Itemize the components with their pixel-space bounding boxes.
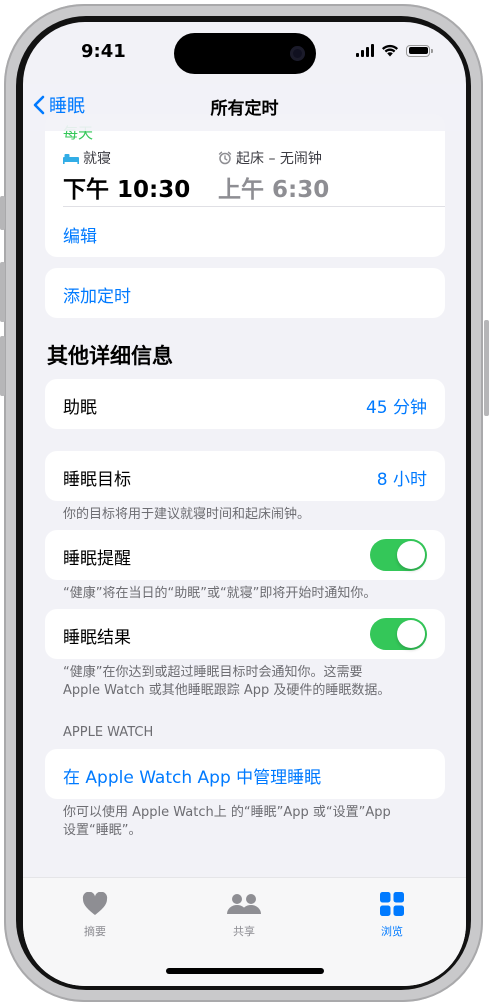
sleep-goal-value[interactable]: 8 小时 (377, 465, 427, 490)
heart-icon (82, 891, 108, 915)
sleep-reminders-footer: “健康”将在当日的“助眠”或“就寝”即将开始时通知你。 (63, 586, 377, 601)
screen: 9:41 睡眠 所有定时 每天 就寝 下午 10:30 起床 – 无闹钟 上午 … (23, 22, 466, 986)
tab-browse-label: 浏览 (381, 925, 403, 938)
people-icon (227, 894, 261, 914)
status-time: 9:41 (81, 41, 126, 62)
wake-block: 起床 – 无闹钟 上午 6:30 (218, 148, 329, 204)
home-indicator[interactable] (166, 968, 324, 974)
action-button (0, 196, 5, 230)
tab-summary[interactable]: 摘要 (55, 891, 135, 939)
dynamic-island (174, 33, 316, 74)
sleep-goal-footer: 你的目标将用于建议就寝时间和起床闹钟。 (63, 507, 311, 522)
grid-icon (380, 892, 404, 916)
battery-icon (406, 44, 433, 57)
cellular-signal-icon (356, 44, 374, 57)
sleep-reminders-row: 睡眠提醒 (45, 530, 445, 580)
schedule-card[interactable]: 每天 就寝 下午 10:30 起床 – 无闹钟 上午 6:30 编辑 (45, 114, 445, 257)
add-schedule-card[interactable]: 添加定时 (45, 268, 445, 318)
camera-icon (290, 46, 305, 61)
wind-down-label: 助眠 (63, 398, 97, 418)
tab-sharing[interactable]: 共享 (204, 892, 284, 939)
sleep-results-footer-line2: Apple Watch 或其他睡眠跟踪 App 及硬件的睡眠数据。 (63, 683, 391, 698)
sleep-results-row: 睡眠结果 (45, 609, 445, 659)
tab-summary-label: 摘要 (84, 925, 106, 938)
bedtime-block: 就寝 下午 10:30 (63, 148, 190, 204)
tab-browse[interactable]: 浏览 (352, 892, 432, 939)
wake-label: 起床 – 无闹钟 (236, 151, 322, 167)
sleep-goal-row[interactable]: 睡眠目标 8 小时 (45, 451, 445, 501)
wind-down-row[interactable]: 助眠 45 分钟 (45, 379, 445, 429)
sleep-reminders-label: 睡眠提醒 (63, 549, 131, 569)
alarm-clock-icon (218, 151, 232, 165)
sleep-results-label: 睡眠结果 (63, 628, 131, 648)
manage-in-watch-app-button[interactable]: 在 Apple Watch App 中管理睡眠 (63, 763, 321, 788)
tab-sharing-label: 共享 (233, 925, 255, 938)
page-title-overlay: 所有定时 (210, 99, 279, 119)
status-icons (356, 44, 433, 57)
sleep-reminders-toggle[interactable] (370, 539, 427, 571)
volume-up-button (0, 262, 5, 322)
apple-watch-row[interactable]: 在 Apple Watch App 中管理睡眠 (45, 749, 445, 799)
sleep-results-footer-line1: “健康”在你达到或超过睡眠目标时会通知你。这需要 (63, 665, 363, 680)
edit-schedule-button[interactable]: 编辑 (63, 222, 97, 247)
wake-value: 上午 6:30 (218, 177, 330, 203)
section-title: 其他详细信息 (47, 344, 173, 368)
bedtime-value: 下午 10:30 (63, 177, 191, 203)
divider (63, 206, 445, 207)
apple-watch-header: APPLE WATCH (63, 725, 154, 740)
volume-down-button (0, 336, 5, 396)
sleep-goal-label: 睡眠目标 (63, 470, 131, 490)
bedtime-label: 就寝 (83, 151, 111, 167)
wind-down-value[interactable]: 45 分钟 (366, 393, 427, 418)
bed-icon (63, 153, 79, 164)
power-button (484, 320, 489, 416)
sleep-results-toggle[interactable] (370, 618, 427, 650)
apple-watch-footer-line1: 你可以使用 Apple Watch上 的“睡眠”App 或“设置”App (63, 805, 391, 820)
apple-watch-footer-line2: 设置“睡眠”。 (63, 823, 142, 838)
add-schedule-button[interactable]: 添加定时 (63, 282, 131, 307)
wifi-icon (382, 44, 398, 57)
